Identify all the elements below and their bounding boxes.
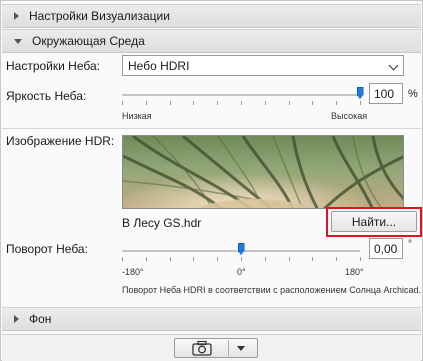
triangle-down-icon [14, 38, 22, 44]
section-visualization-title: Настройки Визуализации [29, 9, 170, 23]
slider-tick [193, 101, 194, 105]
slider-tick [312, 257, 313, 261]
sky-rotation-slider-thumb[interactable] [237, 243, 245, 255]
divider [2, 128, 421, 129]
slider-tick [336, 101, 337, 105]
sky-brightness-label: Яркость Неба: [6, 89, 87, 103]
section-environment-header[interactable]: Окружающая Среда [2, 29, 421, 53]
slider-tick [289, 101, 290, 105]
slider-tick [170, 257, 171, 261]
hdr-image-label: Изображение HDR: [6, 134, 115, 148]
sky-settings-label: Настройки Неба: [6, 59, 100, 73]
camera-button-separator [228, 340, 229, 356]
camera-icon[interactable] [191, 340, 213, 356]
slider-tick [193, 257, 194, 261]
sky-brightness-ticks [122, 101, 361, 105]
hdr-file-name: В Лесу GS.hdr [122, 216, 202, 230]
sky-rotation-tick-mid: 0° [237, 267, 246, 277]
slider-tick [217, 257, 218, 261]
find-hdr-button[interactable]: Найти... [331, 211, 417, 232]
slider-tick [122, 101, 123, 105]
sky-brightness-max-label: Высокая [331, 111, 368, 121]
section-environment-title: Окружающая Среда [32, 34, 145, 48]
sky-rotation-tick-min: -180° [122, 267, 144, 277]
forest-hdr-preview-image [123, 136, 403, 208]
slider-tick [265, 257, 266, 261]
slider-tick [265, 101, 266, 105]
find-hdr-button-label: Найти... [351, 214, 397, 229]
slider-tick [360, 257, 361, 261]
sky-rotation-tick-max: 180° [345, 267, 364, 277]
sky-rotation-unit: ° [408, 239, 412, 250]
triangle-right-icon [14, 315, 19, 323]
chevron-down-icon [388, 60, 399, 71]
sky-brightness-track[interactable] [122, 94, 360, 96]
section-background-title: Фон [29, 312, 52, 326]
sky-settings-select[interactable]: Небо HDRI [122, 55, 404, 76]
sky-brightness-unit: % [408, 88, 418, 100]
camera-button[interactable] [174, 338, 258, 358]
sky-brightness-slider-thumb[interactable] [356, 87, 364, 99]
sky-brightness-input[interactable]: 100 [369, 83, 403, 104]
sky-brightness-value: 100 [374, 86, 395, 101]
render-settings-panel: Настройки Визуализации Окружающая Среда … [0, 0, 423, 361]
slider-tick [170, 101, 171, 105]
slider-tick [312, 101, 313, 105]
slider-tick [289, 257, 290, 261]
sky-rotation-value: 0,00 [374, 241, 398, 256]
triangle-right-icon [14, 12, 19, 20]
slider-tick [146, 101, 147, 105]
triangle-down-icon[interactable] [237, 346, 245, 351]
sky-rotation-label: Поворот Неба: [6, 242, 88, 256]
slider-tick [241, 101, 242, 105]
slider-tick [241, 257, 242, 261]
sky-rotation-input[interactable]: 0,00 [369, 238, 403, 259]
hdr-image-preview [122, 135, 404, 209]
section-visualization-header[interactable]: Настройки Визуализации [2, 4, 421, 28]
slider-tick [146, 257, 147, 261]
slider-tick [122, 257, 123, 261]
sky-settings-selected-value: Небо HDRI [128, 58, 190, 73]
slider-tick [360, 101, 361, 105]
sky-rotation-description: Поворот Неба HDRI в соответствии с распо… [122, 285, 422, 295]
slider-tick [336, 257, 337, 261]
section-background-header[interactable]: Фон [2, 307, 421, 331]
sky-rotation-ticks [122, 257, 361, 261]
slider-tick [217, 101, 218, 105]
sky-brightness-min-label: Низкая [122, 111, 152, 121]
